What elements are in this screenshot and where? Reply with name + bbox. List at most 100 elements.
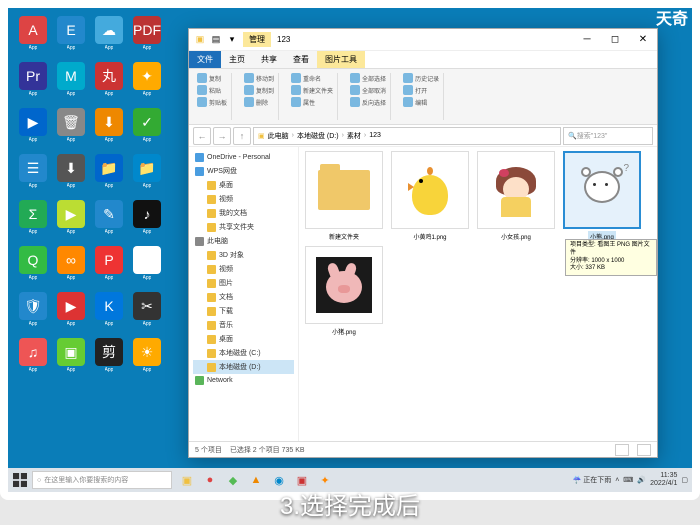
desktop-icon[interactable]: ♪App <box>130 200 164 242</box>
desktop-icon[interactable]: ΣApp <box>16 200 50 242</box>
navigation-pane: OneDrive - Personal WPS网盘 桌面视频我的文档共享文件夹 … <box>189 147 299 441</box>
nav-pc-item[interactable]: 音乐 <box>193 318 294 332</box>
close-button[interactable]: ✕ <box>629 29 657 51</box>
nav-onedrive[interactable]: OneDrive - Personal <box>193 151 294 164</box>
desktop-icon[interactable]: 📁App <box>130 154 164 196</box>
nav-this-pc[interactable]: 此电脑 <box>193 234 294 248</box>
ribbon-item[interactable]: 粘贴 <box>197 85 227 95</box>
nav-network[interactable]: Network <box>193 374 294 387</box>
ribbon-item[interactable]: 重命名 <box>291 73 333 83</box>
desktop-icon[interactable]: 剪App <box>92 338 126 380</box>
file-item[interactable]: 小黄鸡1.png <box>389 151 471 242</box>
desktop-icon[interactable]: ▶App <box>54 200 88 242</box>
file-item[interactable]: 新建文件夹 <box>303 151 385 242</box>
desktop-icon[interactable]: QApp <box>16 246 50 288</box>
ribbon-item[interactable]: 编辑 <box>403 97 439 107</box>
file-item[interactable]: 小猪.png <box>303 246 385 337</box>
desktop-icon[interactable]: ∞App <box>54 246 88 288</box>
titlebar[interactable]: ▣ ▤ ▾ 管理 123 ─ ◻ ✕ <box>189 29 657 51</box>
ribbon-item[interactable]: 全部取消 <box>350 85 386 95</box>
nav-pc-item[interactable]: 本地磁盘 (C:) <box>193 346 294 360</box>
desktop-icon[interactable]: ✂App <box>130 292 164 334</box>
ribbon-item[interactable]: 反向选择 <box>350 97 386 107</box>
desktop-icon[interactable]: EApp <box>54 16 88 58</box>
breadcrumb-segment[interactable]: 本地磁盘 (D:) <box>297 131 339 141</box>
desktop-icon[interactable]: 🛡App <box>16 292 50 334</box>
ribbon-item[interactable]: 打开 <box>403 85 439 95</box>
breadcrumb-segment[interactable]: 素材 <box>347 131 361 141</box>
nav-quick-item[interactable]: 桌面 <box>193 178 294 192</box>
nav-quick-item[interactable]: 视频 <box>193 192 294 206</box>
desktop-icon[interactable]: PrApp <box>16 62 50 104</box>
ribbon-item[interactable]: 复制 <box>197 73 227 83</box>
desktop-icon[interactable]: ♫App <box>16 338 50 380</box>
qat-dropdown-icon[interactable]: ▾ <box>225 33 239 47</box>
ribbon: 复制粘贴剪贴板 移动到复制到删除 重命名新建文件夹属性 全部选择全部取消反向选择 历史记… <box>189 69 657 125</box>
desktop-icon[interactable]: ✎App <box>92 200 126 242</box>
desktop-icon[interactable]: ✓App <box>130 108 164 150</box>
file-explorer-window: ▣ ▤ ▾ 管理 123 ─ ◻ ✕ 文件 主页 共享 查看 图片工具 复制粘贴… <box>188 28 658 458</box>
maximize-button[interactable]: ◻ <box>601 29 629 51</box>
nav-pc-item[interactable]: 文档 <box>193 290 294 304</box>
nav-wps[interactable]: WPS网盘 <box>193 164 294 178</box>
desktop-icon[interactable]: ⬇App <box>54 154 88 196</box>
desktop-icon[interactable]: PApp <box>92 246 126 288</box>
nav-forward-button[interactable]: → <box>213 127 231 145</box>
ribbon-item[interactable]: 移动到 <box>244 73 274 83</box>
desktop-icon[interactable]: KApp <box>92 292 126 334</box>
monitor-frame: AAppEApp☁AppPDFAppPrAppMApp丸App✦App▶App🗑… <box>0 0 700 500</box>
ribbon-item[interactable]: 属性 <box>291 97 333 107</box>
brand-watermark: 天奇 <box>656 5 688 29</box>
tab-view[interactable]: 查看 <box>285 51 317 68</box>
desktop-icon[interactable]: ▶App <box>54 292 88 334</box>
file-tooltip: 项目类型: 看图王 PNG 图片文件 分辨率: 1000 x 1000 大小: … <box>565 239 657 276</box>
desktop-icon[interactable]: ☰App <box>130 246 164 288</box>
nav-back-button[interactable]: ← <box>193 127 211 145</box>
search-input[interactable]: 🔍 搜索"123" <box>563 127 653 145</box>
ribbon-item[interactable]: 全部选择 <box>350 73 386 83</box>
tab-home[interactable]: 主页 <box>221 51 253 68</box>
desktop-icon[interactable]: ☰App <box>16 154 50 196</box>
nav-pc-item[interactable]: 视频 <box>193 262 294 276</box>
tab-share[interactable]: 共享 <box>253 51 285 68</box>
file-name: 新建文件夹 <box>327 231 361 242</box>
qat-properties-icon[interactable]: ▤ <box>209 33 223 47</box>
breadcrumb-segment[interactable]: 123 <box>369 132 381 139</box>
ribbon-item[interactable]: 剪贴板 <box>197 97 227 107</box>
desktop-icon[interactable]: ✦App <box>130 62 164 104</box>
nav-pc-item[interactable]: 桌面 <box>193 332 294 346</box>
view-details-button[interactable] <box>615 444 629 456</box>
desktop-icon[interactable]: 🗑App <box>54 108 88 150</box>
ribbon-item[interactable]: 新建文件夹 <box>291 85 333 95</box>
desktop-icon[interactable]: AApp <box>16 16 50 58</box>
desktop-icon[interactable]: ☀App <box>130 338 164 380</box>
desktop-icon[interactable]: ☁App <box>92 16 126 58</box>
desktop-icon[interactable]: 丸App <box>92 62 126 104</box>
nav-pc-item[interactable]: 下载 <box>193 304 294 318</box>
ribbon-item[interactable]: 删除 <box>244 97 274 107</box>
tab-picture-tools[interactable]: 图片工具 <box>317 51 365 68</box>
desktop-icon[interactable]: ▶App <box>16 108 50 150</box>
ribbon-item[interactable]: 历史记录 <box>403 73 439 83</box>
minimize-button[interactable]: ─ <box>573 29 601 51</box>
view-thumbnails-button[interactable] <box>637 444 651 456</box>
desktop-icon[interactable]: 📁App <box>92 154 126 196</box>
ribbon-item[interactable]: 复制到 <box>244 85 274 95</box>
desktop-icon[interactable]: PDFApp <box>130 16 164 58</box>
nav-pc-item[interactable]: 本地磁盘 (D:) <box>193 360 294 374</box>
nav-pc-item[interactable]: 3D 对象 <box>193 248 294 262</box>
nav-quick-item[interactable]: 共享文件夹 <box>193 220 294 234</box>
nav-up-button[interactable]: ↑ <box>233 127 251 145</box>
desktop-icon[interactable]: ⬇App <box>92 108 126 150</box>
desktop-icon[interactable]: ▣App <box>54 338 88 380</box>
file-list[interactable]: 新建文件夹 小黄鸡1.png小女孩.png?小熊.png 小猪.png 项目类型: … <box>299 147 657 441</box>
nav-pc-item[interactable]: 图片 <box>193 276 294 290</box>
file-item[interactable]: ?小熊.png <box>561 151 643 242</box>
file-item[interactable]: 小女孩.png <box>475 151 557 242</box>
desktop-icon[interactable]: MApp <box>54 62 88 104</box>
desktop-icon-grid: AAppEApp☁AppPDFAppPrAppMApp丸App✦App▶App🗑… <box>8 8 188 492</box>
breadcrumb-segment[interactable]: 此电脑 <box>268 131 289 141</box>
breadcrumb[interactable]: ▣ 此电脑›本地磁盘 (D:)›素材›123 <box>253 127 561 145</box>
tab-file[interactable]: 文件 <box>189 51 221 68</box>
nav-quick-item[interactable]: 我的文档 <box>193 206 294 220</box>
